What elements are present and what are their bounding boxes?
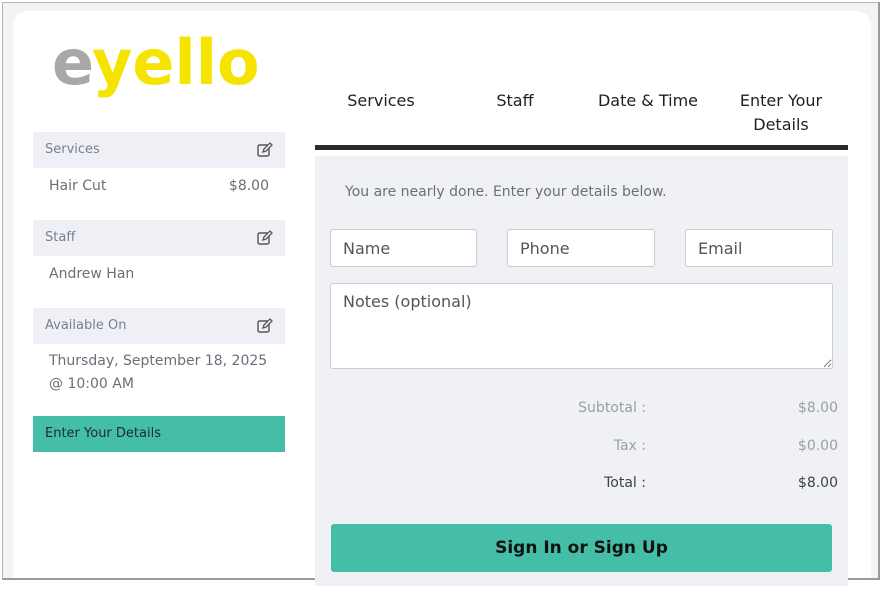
subtotal-label: Subtotal : [578, 400, 646, 416]
intro-text: You are nearly done. Enter your details … [345, 184, 667, 200]
service-name: Hair Cut [49, 178, 107, 194]
service-price: $8.00 [228, 178, 269, 194]
email-input[interactable] [685, 229, 833, 267]
subtotal-value: $8.00 [797, 400, 838, 416]
details-panel [315, 156, 848, 586]
name-input[interactable] [330, 229, 477, 267]
sidebar-services-heading: Services [45, 142, 100, 157]
edit-icon[interactable] [257, 230, 273, 246]
edit-icon[interactable] [257, 318, 273, 334]
sidebar-datetime-row: Thursday, September 18, 2025 @ 10:00 AM [49, 350, 285, 396]
tax-value: $0.00 [797, 438, 838, 454]
appointment-time: @ 10:00 AM [49, 376, 134, 392]
tab-date-time[interactable]: Date & Time [588, 89, 708, 113]
logo-e: e [52, 34, 94, 99]
sidebar-staff-header: Staff [33, 220, 285, 256]
total-label: Total : [604, 475, 646, 491]
eyello-logo: e yello [52, 34, 260, 99]
sidebar-available-heading: Available On [45, 318, 127, 333]
sidebar-service-row: Hair Cut $8.00 [49, 175, 269, 198]
edit-icon[interactable] [257, 142, 273, 158]
sidebar-staff-row: Andrew Han [49, 263, 269, 286]
phone-input[interactable] [507, 229, 655, 267]
sidebar-services-header: Services [33, 132, 285, 168]
sidebar-available-header: Available On [33, 308, 285, 344]
notes-textarea[interactable] [330, 283, 833, 369]
tab-staff[interactable]: Staff [455, 89, 575, 113]
sign-in-sign-up-button[interactable]: Sign In or Sign Up [331, 524, 832, 572]
tab-active-indicator [315, 145, 848, 150]
tab-services[interactable]: Services [321, 89, 441, 113]
tax-label: Tax : [613, 438, 646, 454]
logo-rest: yello [92, 34, 260, 99]
tab-enter-details-line1: Enter Your [739, 91, 823, 110]
total-value: $8.00 [797, 475, 838, 491]
appointment-date: Thursday, September 18, 2025 [49, 353, 268, 369]
sidebar-active-step[interactable]: Enter Your Details [33, 416, 285, 452]
tab-enter-details-line2: Details [753, 115, 809, 134]
sidebar-staff-heading: Staff [45, 230, 76, 245]
tab-enter-details[interactable]: Enter Your Details [721, 89, 841, 137]
staff-name: Andrew Han [49, 266, 135, 282]
